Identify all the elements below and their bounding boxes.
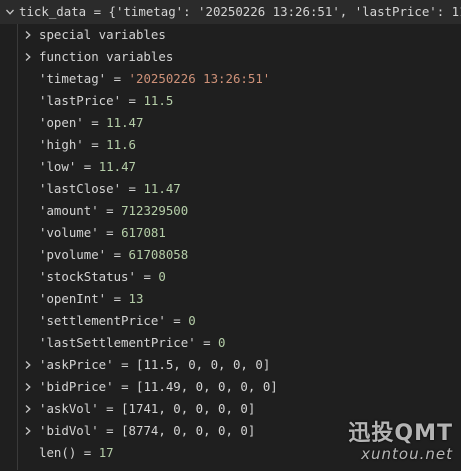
- variable-summary: {'timetag': '20250226 13:26:51', 'lastPr…: [108, 4, 461, 19]
- chevron-right-icon[interactable]: [21, 46, 35, 68]
- field-key: 'settlementPrice': [39, 313, 166, 328]
- tree-row-field[interactable]: 'settlementPrice' = 0: [0, 310, 461, 332]
- tree-row-field[interactable]: 'lastPrice' = 11.5: [0, 90, 461, 112]
- field-value: 11.47: [106, 115, 144, 130]
- tree-row-field[interactable]: 'timetag' = '20250226 13:26:51': [0, 68, 461, 90]
- field-value: 0: [158, 269, 166, 284]
- field-value: [8774, 0, 0, 0, 0]: [121, 423, 256, 438]
- field-key: 'amount': [39, 203, 99, 218]
- field-value: 0: [188, 313, 196, 328]
- tree-row-list[interactable]: 'askPrice' = [11.5, 0, 0, 0, 0]: [0, 354, 461, 376]
- chevron-down-icon[interactable]: [3, 0, 17, 24]
- field-value: [11.49, 0, 0, 0, 0]: [136, 379, 278, 394]
- tree-row-field[interactable]: 'high' = 11.6: [0, 134, 461, 156]
- tree-row-field[interactable]: 'low' = 11.47: [0, 156, 461, 178]
- variable-name: tick_data: [19, 4, 87, 19]
- tree-row-field[interactable]: 'pvolume' = 61708058: [0, 244, 461, 266]
- tree-row-special-variables[interactable]: special variables: [0, 24, 461, 46]
- field-value: [11.5, 0, 0, 0, 0]: [136, 357, 271, 372]
- watermark-title: 迅投QMT: [348, 421, 453, 446]
- field-key: 'pvolume': [39, 247, 107, 262]
- field-value: 11.6: [106, 137, 136, 152]
- tree-row-field[interactable]: 'open' = 11.47: [0, 112, 461, 134]
- tree-row-field[interactable]: 'openInt' = 13: [0, 288, 461, 310]
- field-key: 'lastPrice': [39, 93, 122, 108]
- field-value: 11.5: [143, 93, 174, 108]
- tree-row-field[interactable]: 'amount' = 712329500: [0, 200, 461, 222]
- tree-row-field[interactable]: 'stockStatus' = 0: [0, 266, 461, 288]
- field-key: 'low': [39, 159, 77, 174]
- group-label: special variables: [39, 27, 166, 42]
- variables-tree: tick_data = {'timetag': '20250226 13:26:…: [0, 0, 461, 470]
- field-key: 'bidPrice': [39, 379, 114, 394]
- field-value: 0: [218, 335, 226, 350]
- chevron-right-icon[interactable]: [21, 24, 35, 46]
- field-key: 'timetag': [39, 71, 107, 86]
- field-value: 13: [128, 291, 144, 306]
- tree-row-function-variables[interactable]: function variables: [0, 46, 461, 68]
- field-key: 'bidVol': [39, 423, 99, 438]
- watermark: 迅投QMT xuntou.net: [348, 415, 453, 463]
- len-label: len(): [39, 445, 77, 460]
- field-value: 11.47: [143, 181, 181, 196]
- field-value: 617081: [121, 225, 166, 240]
- field-value: 11.47: [98, 159, 137, 174]
- field-value: '20250226 13:26:51': [128, 71, 271, 86]
- chevron-right-icon[interactable]: [21, 398, 35, 420]
- field-value: 61708058: [128, 247, 189, 262]
- tree-row-field[interactable]: 'lastClose' = 11.47: [0, 178, 461, 200]
- len-value: 17: [98, 445, 114, 460]
- chevron-right-icon[interactable]: [21, 376, 35, 398]
- chevron-right-icon[interactable]: [21, 354, 35, 376]
- tree-row-field[interactable]: 'volume' = 617081: [0, 222, 461, 244]
- tree-row-field[interactable]: 'lastSettlementPrice' = 0: [0, 332, 461, 354]
- field-key: 'stockStatus': [39, 269, 136, 284]
- field-key: 'askVol': [39, 401, 99, 416]
- field-key: 'high': [39, 137, 84, 152]
- field-value: 712329500: [121, 203, 189, 218]
- group-label: function variables: [39, 49, 174, 64]
- field-key: 'volume': [39, 225, 99, 240]
- field-value: [1741, 0, 0, 0, 0]: [121, 401, 256, 416]
- tree-row-list[interactable]: 'bidPrice' = [11.49, 0, 0, 0, 0]: [0, 376, 461, 398]
- chevron-right-icon[interactable]: [21, 420, 35, 442]
- tree-row-tick-data[interactable]: tick_data = {'timetag': '20250226 13:26:…: [0, 0, 461, 24]
- field-key: 'askPrice': [39, 357, 114, 372]
- field-key: 'open': [39, 115, 84, 130]
- field-key: 'openInt': [39, 291, 107, 306]
- watermark-url: xuntou.net: [361, 445, 453, 463]
- field-key: 'lastClose': [39, 181, 122, 196]
- field-key: 'lastSettlementPrice': [39, 335, 196, 350]
